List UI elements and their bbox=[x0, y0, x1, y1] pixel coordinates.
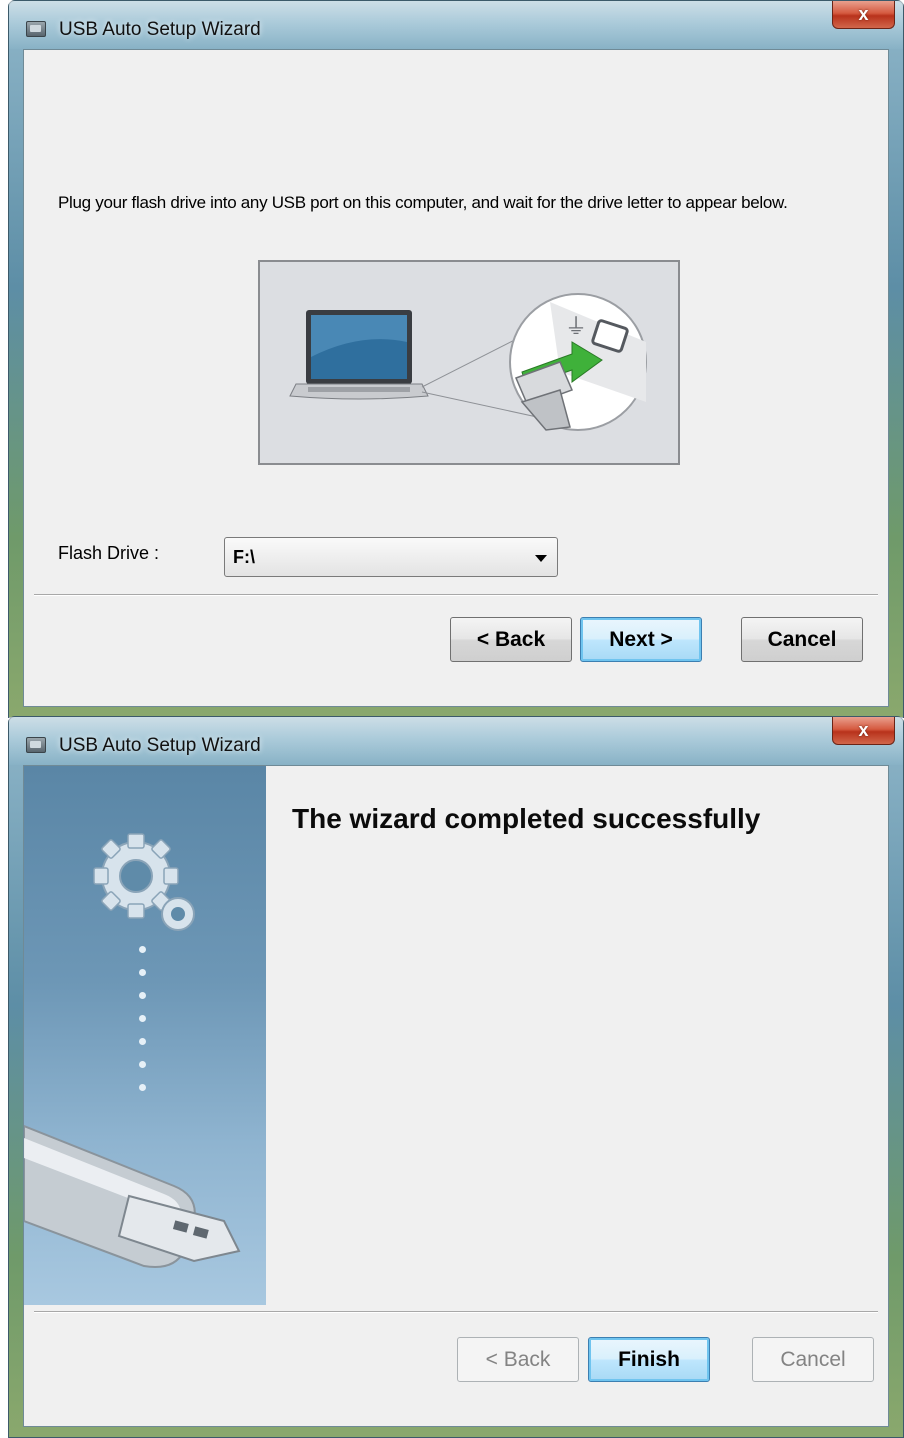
flash-drive-value: F:\ bbox=[233, 547, 255, 567]
back-button[interactable]: < Back bbox=[457, 1337, 579, 1382]
usb-icon: ⏚ bbox=[565, 315, 587, 340]
close-button[interactable]: x bbox=[832, 717, 895, 745]
dot bbox=[139, 1015, 146, 1022]
dropdown-arrow-icon[interactable] bbox=[535, 555, 547, 562]
dialog-body: Plug your flash drive into any USB port … bbox=[23, 49, 889, 707]
cancel-button[interactable]: Cancel bbox=[752, 1337, 874, 1382]
dot bbox=[139, 946, 146, 953]
dialog-body: The wizard completed successfully < Back… bbox=[23, 765, 889, 1427]
flash-drive-label: Flash Drive : bbox=[58, 543, 160, 563]
app-icon bbox=[26, 21, 46, 37]
dot bbox=[139, 1061, 146, 1068]
title-bar[interactable]: USB Auto Setup Wizard x bbox=[9, 1, 903, 49]
usb-drive-icon bbox=[24, 1124, 241, 1268]
dot bbox=[139, 1084, 146, 1091]
usb-port-closeup: ⏚ bbox=[509, 293, 647, 431]
back-button[interactable]: < Back bbox=[450, 617, 572, 662]
close-icon: x bbox=[858, 720, 869, 740]
button-separator bbox=[34, 594, 878, 596]
cancel-button[interactable]: Cancel bbox=[741, 617, 863, 662]
instruction-text: Plug your flash drive into any USB port … bbox=[58, 193, 788, 212]
window-title: USB Auto Setup Wizard bbox=[59, 19, 261, 40]
laptop-icon bbox=[289, 310, 429, 400]
finish-button[interactable]: Finish bbox=[588, 1337, 710, 1382]
dot bbox=[139, 1038, 146, 1045]
close-icon: x bbox=[858, 4, 869, 24]
dot bbox=[139, 969, 146, 976]
button-separator bbox=[34, 1311, 878, 1313]
completion-heading: The wizard completed successfully bbox=[292, 803, 761, 834]
dot bbox=[139, 992, 146, 999]
flash-drive-select[interactable]: F:\ bbox=[224, 537, 558, 577]
window-title: USB Auto Setup Wizard bbox=[59, 735, 261, 756]
app-icon bbox=[26, 737, 46, 753]
close-button[interactable]: x bbox=[832, 1, 895, 29]
wizard-window-complete: USB Auto Setup Wizard x The wizard compl… bbox=[8, 716, 904, 1438]
wizard-side-panel bbox=[24, 766, 266, 1305]
title-bar[interactable]: USB Auto Setup Wizard x bbox=[9, 717, 903, 765]
plug-in-illustration: ⏚ bbox=[258, 260, 680, 465]
wizard-window-step1: USB Auto Setup Wizard x Plug your flash … bbox=[8, 0, 904, 718]
gear-icon bbox=[93, 833, 195, 931]
progress-dots bbox=[139, 946, 146, 1107]
next-button[interactable]: Next > bbox=[580, 617, 702, 662]
